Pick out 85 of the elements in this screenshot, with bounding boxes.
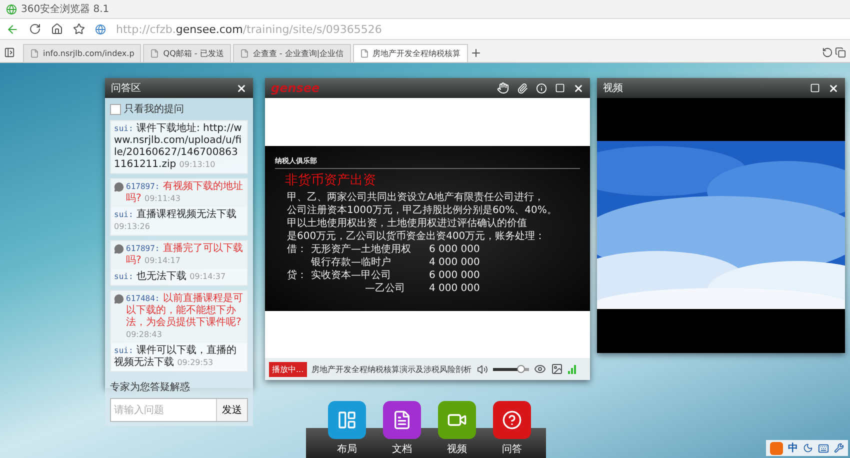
- info-icon[interactable]: [536, 82, 547, 94]
- volume-slider[interactable]: [492, 368, 529, 370]
- copy-icon[interactable]: [835, 47, 846, 58]
- moon-icon[interactable]: [803, 443, 813, 453]
- panel-title: 视频: [603, 82, 624, 95]
- playing-badge: 播放中...: [269, 362, 307, 376]
- question-icon: [114, 244, 124, 254]
- ledger-side: 贷：: [287, 268, 308, 282]
- browser-tab[interactable]: info.nsrjlb.com/index.p: [23, 44, 142, 62]
- keyboard-icon[interactable]: [818, 442, 829, 454]
- page-icon: [240, 49, 249, 58]
- layout-icon: [337, 410, 357, 430]
- eye-icon[interactable]: [534, 363, 546, 375]
- slide-text: 甲、乙、两家公司共同出资设立A地产有限责任公司进行，: [287, 190, 545, 204]
- url-field[interactable]: http://cfzb.gensee.com/training/site/s/09365526: [116, 22, 382, 36]
- dock-button[interactable]: [438, 401, 476, 439]
- volume-icon[interactable]: [476, 364, 488, 374]
- question-field[interactable]: 请输入问题 发送: [110, 398, 248, 422]
- dock-button[interactable]: [493, 401, 531, 439]
- message-text: 617897: 有视频下载的地址吗? 09:11:43: [126, 181, 244, 205]
- star-icon[interactable]: [73, 23, 85, 35]
- maximize-icon[interactable]: [555, 83, 565, 93]
- ledger-account: 实收资本—甲公司: [311, 268, 392, 282]
- question-icon: [114, 182, 124, 192]
- page-icon: [30, 49, 39, 58]
- home-icon[interactable]: [51, 23, 63, 35]
- message-text: 617484: 以前直播课程是可以下载的，能不能想下办法，为会员提供下课件呢? 09:28:43: [126, 293, 244, 341]
- dock-label: 视频: [447, 442, 467, 456]
- page-icon: [150, 49, 160, 58]
- reload-icon[interactable]: [29, 23, 41, 35]
- close-icon[interactable]: [236, 82, 247, 94]
- close-icon[interactable]: [573, 82, 584, 94]
- checkbox-label: 只看我的提问: [124, 102, 184, 116]
- browser-tab[interactable]: 房地产开发全程纳税核算: [352, 44, 468, 62]
- slider-thumb[interactable]: [517, 364, 526, 372]
- message-text: sui: 课件下载地址: http://www.nsrjlb.com/upload/u/file/20160627/1467008631161211.zip 09:13:10: [114, 123, 243, 171]
- ledger-side: 借：: [287, 242, 308, 256]
- browser-tab[interactable]: 企查查 - 企业查询|企业信: [232, 44, 351, 62]
- slide-heading: 非货币资产出资: [285, 172, 377, 188]
- globe-icon: [95, 24, 106, 34]
- page-icon: [360, 49, 369, 58]
- send-button[interactable]: 发送: [216, 399, 247, 421]
- question-icon: [114, 294, 124, 304]
- message-text: 617897: 直播完了可以下载吗? 09:14:17: [126, 243, 244, 267]
- wrench-icon[interactable]: [834, 443, 844, 453]
- ledger-account: 银行存款—临时户: [311, 256, 392, 268]
- slide-text: 公司注册资本1000万元，甲乙持股比例分别是60%、40%。: [287, 204, 558, 216]
- dock-label: 文档: [392, 442, 412, 456]
- document-icon: [392, 410, 412, 430]
- window-title: 360安全浏览器 8.1: [21, 2, 110, 16]
- browser-tab[interactable]: QQ邮箱 - 已发送: [143, 44, 231, 62]
- footer-label: 专家为您答疑解惑: [110, 380, 191, 394]
- ledger-account: 无形资产—土地使用权: [311, 242, 412, 256]
- ledger-amount: 6 000 000: [429, 242, 481, 256]
- undo-icon[interactable]: [822, 47, 833, 58]
- hand-icon[interactable]: [497, 82, 509, 94]
- browser-logo-icon: [6, 4, 17, 14]
- slide-text: 甲以土地使用权出资，土地使用权进过评估确认的价值: [287, 216, 528, 230]
- sidebar-toggle-icon[interactable]: [4, 47, 15, 58]
- ledger-account: —乙公司: [364, 282, 406, 294]
- paperclip-icon[interactable]: [517, 82, 528, 94]
- course-title: 房地产开发全程纳税核算演示及涉税风险剖析: [312, 364, 472, 374]
- ime-logo-icon: [770, 442, 783, 454]
- dock-label: 问答: [502, 443, 522, 456]
- gensee-logo: gensee: [271, 81, 321, 95]
- checkbox[interactable]: [110, 104, 121, 114]
- slide-text: 是600万元，乙公司以货币资金出资400万元，账务处理：: [287, 230, 546, 242]
- close-icon[interactable]: [828, 82, 839, 94]
- qa-icon: [502, 410, 522, 430]
- new-tab-icon[interactable]: [470, 47, 482, 59]
- dock-button[interactable]: [383, 401, 421, 439]
- dock-button[interactable]: [328, 401, 366, 439]
- back-icon[interactable]: [6, 22, 19, 36]
- ledger-amount: 4 000 000: [429, 256, 481, 268]
- message-text: sui: 也无法下载 09:14:37: [114, 271, 226, 283]
- ledger-amount: 6 000 000: [429, 268, 481, 282]
- dock-label: 布局: [337, 443, 357, 456]
- signal-icon: [568, 364, 577, 374]
- maximize-icon[interactable]: [810, 83, 820, 93]
- message-text: sui: 直播课程视频无法下载 09:13:26: [114, 209, 238, 233]
- message-text: sui: 课件可以下载，直播的视频无法下载 09:29:53: [114, 345, 238, 369]
- image-icon[interactable]: [550, 363, 563, 375]
- ime-mode[interactable]: 中: [788, 441, 798, 455]
- panel-title: 问答区: [111, 82, 142, 95]
- ledger-amount: 4 000 000: [429, 282, 481, 294]
